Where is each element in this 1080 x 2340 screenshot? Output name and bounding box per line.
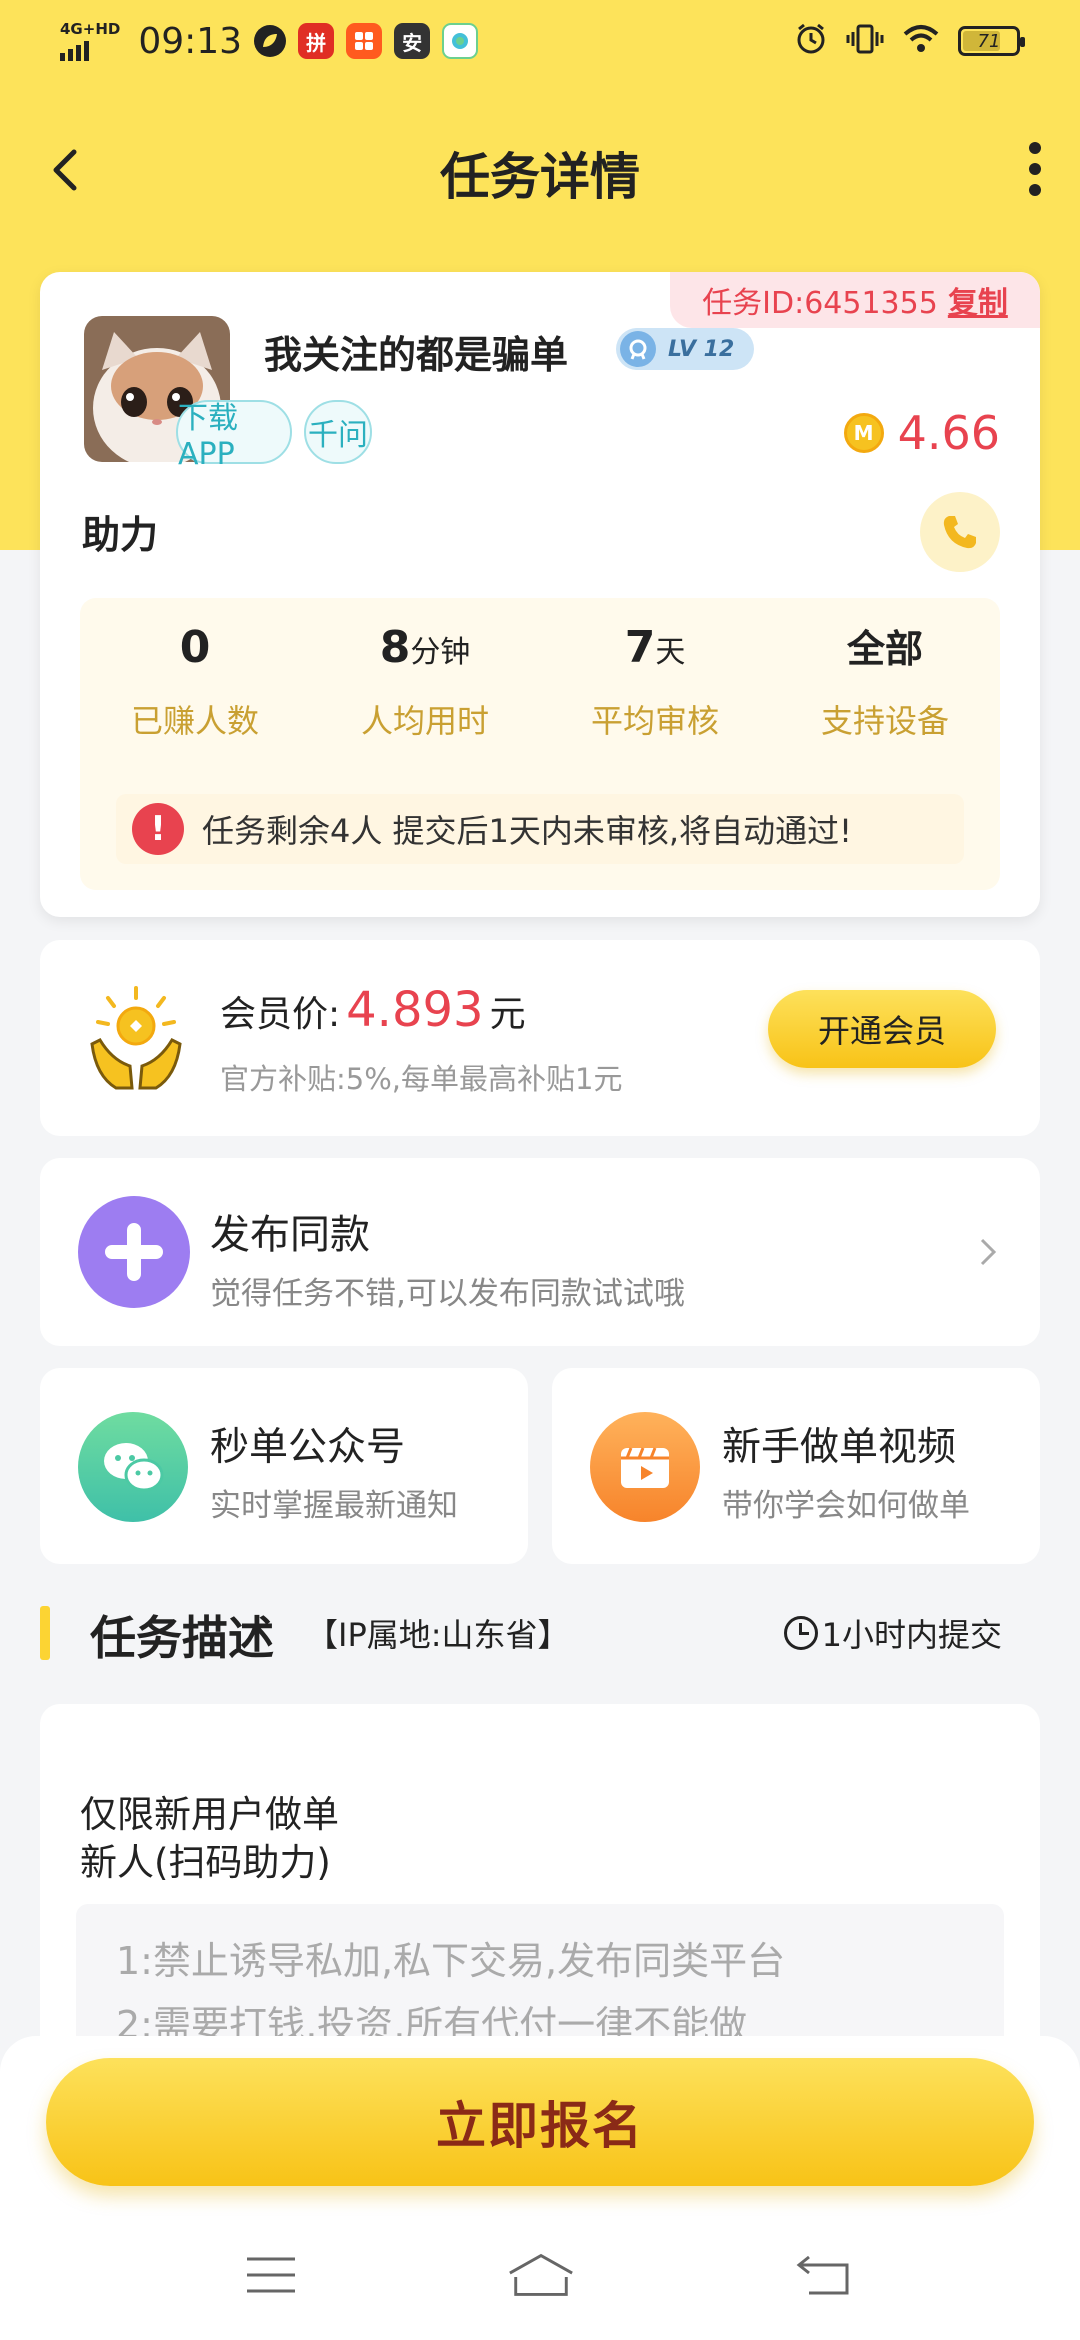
- wechat-title: 秒单公众号: [210, 1425, 406, 1470]
- subsidy-text: 官方补贴:5%,每单最高补贴1元: [220, 1062, 623, 1096]
- tag-qianwen: 千问: [304, 400, 372, 464]
- publish-subtitle: 觉得任务不错,可以发布同款试试哦: [210, 1276, 685, 1312]
- publish-title: 发布同款: [210, 1212, 370, 1258]
- sign-up-button[interactable]: 立即报名: [46, 2058, 1034, 2186]
- member-price-card: 会员价: 4.893 元 官方补贴:5%,每单最高补贴1元 开通会员: [40, 940, 1040, 1136]
- warning-icon: !: [132, 803, 184, 855]
- member-price-label: 会员价:: [220, 994, 341, 1035]
- phone-icon: [943, 516, 976, 549]
- stat-label: 平均审核: [590, 702, 719, 740]
- clock-icon: [783, 1616, 818, 1650]
- member-price-unit: 元: [489, 994, 526, 1035]
- battery-percent: 71: [977, 30, 1001, 52]
- description-line: 新人(扫码助力): [80, 1841, 331, 1884]
- green-app-icon: [442, 23, 479, 59]
- network-indicator: 4G+HD: [60, 19, 121, 61]
- more-dot: [1029, 142, 1041, 154]
- home-icon[interactable]: [506, 2240, 576, 2310]
- stat-unit: 分钟: [410, 635, 471, 670]
- publish-same-row[interactable]: 发布同款 觉得任务不错,可以发布同款试试哦: [40, 1158, 1040, 1346]
- wechat-subtitle: 实时掌握最新通知: [210, 1488, 458, 1524]
- leaf-app-icon: [254, 25, 287, 57]
- level-badge: LV 12: [616, 328, 754, 370]
- description-title: 任务描述: [90, 1611, 274, 1665]
- menu-icon[interactable]: [236, 2240, 306, 2310]
- tutorial-video-card[interactable]: 新手做单视频 带你学会如何做单: [552, 1368, 1040, 1564]
- video-subtitle: 带你学会如何做单: [722, 1488, 970, 1524]
- more-options-button[interactable]: [1020, 142, 1050, 196]
- chevron-right-icon: [980, 1238, 997, 1266]
- alarm-icon: [794, 22, 828, 60]
- task-notice: ! 任务剩余4人 提交后1天内未审核,将自动通过!: [116, 794, 964, 864]
- medal-icon: [620, 331, 656, 367]
- task-id-badge: 任务ID:6451355 复制: [670, 272, 1040, 328]
- wechat-account-card[interactable]: 秒单公众号 实时掌握最新通知: [40, 1368, 528, 1564]
- rule-item: 1:禁止诱导私加,私下交易,发布同类平台: [116, 1939, 786, 1983]
- an-app-icon: 安: [394, 23, 431, 59]
- stat-label: 已赚人数: [130, 702, 259, 740]
- more-dot: [1029, 184, 1041, 196]
- ip-location: 【IP属地:山东省】: [306, 1616, 570, 1654]
- back-nav-icon[interactable]: [788, 2240, 858, 2310]
- publisher-name: 我关注的都是骗单: [264, 333, 569, 377]
- grid-app-icon: [346, 23, 383, 59]
- wechat-icon: [78, 1412, 188, 1522]
- network-type: 4G+HD: [60, 19, 121, 38]
- description-line: 仅限新用户做单: [80, 1793, 339, 1836]
- vibrate-icon: [846, 24, 884, 58]
- plus-icon: [78, 1196, 190, 1308]
- stat-value: 8: [379, 622, 411, 673]
- stat-review: 7天 平均审核: [540, 598, 770, 742]
- wifi-icon: [902, 24, 940, 58]
- submit-time-limit: 1小时内提交: [783, 1610, 1002, 1656]
- time-limit-text: 1小时内提交: [821, 1616, 1002, 1654]
- section-marker: [40, 1606, 50, 1660]
- video-title: 新手做单视频: [722, 1425, 957, 1470]
- reward-amount: M 4.66: [843, 406, 1000, 460]
- stat-value: 0: [179, 622, 211, 673]
- status-bar: 4G+HD 09:13 拼 安 71: [0, 0, 1080, 82]
- system-navigation-bar: [0, 2240, 1080, 2310]
- task-info-card: 任务ID:6451355 复制 我关注的都是骗单 LV 12 下载APP 千问 …: [40, 272, 1040, 917]
- stat-label: 支持设备: [820, 702, 949, 740]
- call-button[interactable]: [920, 492, 1000, 572]
- stat-earned: 0 已赚人数: [80, 598, 310, 742]
- task-category: 助力: [82, 513, 159, 557]
- open-membership-button[interactable]: 开通会员: [768, 990, 996, 1068]
- stat-value: 7: [624, 622, 656, 673]
- coin-icon: M: [843, 413, 884, 453]
- task-id-label: 任务ID:6451355: [702, 286, 938, 321]
- member-price-value: 4.893: [346, 982, 484, 1038]
- coin-hands-icon: [86, 984, 186, 1094]
- stat-unit: 天: [655, 635, 686, 670]
- stat-avg-time: 8分钟 人均用时: [310, 598, 540, 742]
- stat-label: 人均用时: [360, 702, 489, 740]
- tag-download-app: 下载APP: [176, 400, 292, 472]
- stat-value: 全部: [846, 627, 923, 671]
- clock-time: 09:13: [138, 20, 243, 62]
- copy-id-button[interactable]: 复制: [948, 278, 1008, 322]
- signal-icon: [60, 37, 89, 61]
- battery-indicator: 71: [958, 26, 1025, 56]
- member-price: 会员价: 4.893 元: [220, 982, 526, 1038]
- video-icon: [590, 1412, 700, 1522]
- pinduoduo-icon: 拼: [298, 23, 335, 59]
- task-stats: 0 已赚人数 8分钟 人均用时 7天 平均审核 全部 支持设备 ! 任务剩余4人…: [80, 598, 1000, 890]
- page-title: 任务详情: [440, 148, 640, 206]
- level-text: LV 12: [668, 336, 735, 362]
- notice-text: 任务剩余4人 提交后1天内未审核,将自动通过!: [202, 812, 852, 850]
- stat-devices: 全部 支持设备: [770, 598, 1000, 742]
- more-dot: [1029, 163, 1041, 175]
- reward-value: 4.66: [897, 406, 1000, 460]
